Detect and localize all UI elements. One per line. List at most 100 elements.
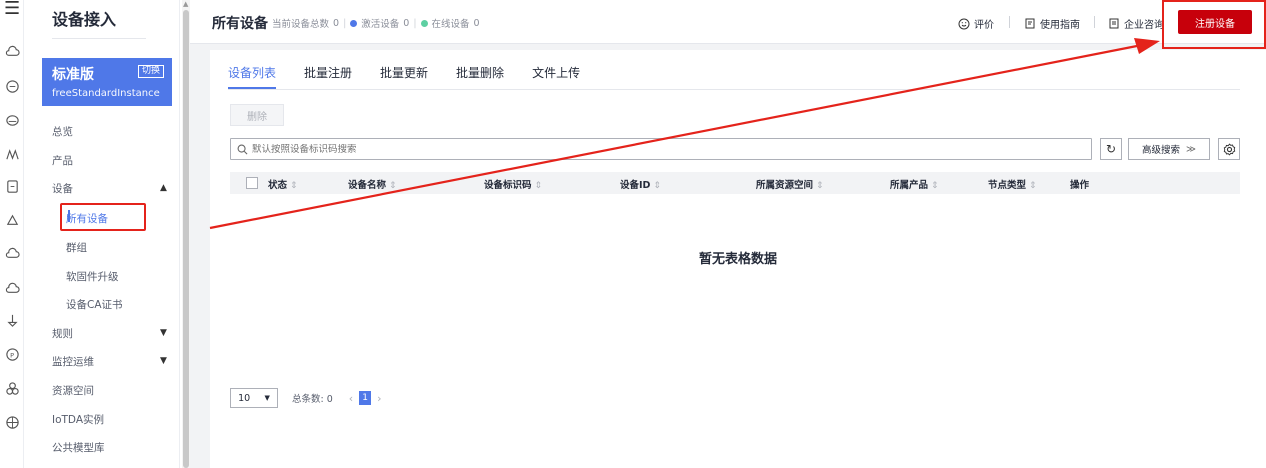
cloud-icon[interactable]	[4, 212, 20, 228]
document-icon[interactable]	[4, 178, 20, 194]
sidebar-item-products[interactable]: 产品	[52, 153, 73, 168]
service-sidebar: 设备接入 标准版 freeStandardInstance 切换 总览 产品 设…	[24, 0, 180, 468]
next-page-icon[interactable]: ›	[377, 392, 381, 405]
guide-link[interactable]: 使用指南	[1025, 16, 1080, 31]
sort-icon[interactable]: ⇕	[389, 181, 397, 191]
online-status-dot	[420, 19, 428, 27]
column-header-product[interactable]: 所属产品 ⇕	[890, 177, 939, 191]
column-header-status[interactable]: 状态 ⇕	[268, 177, 298, 191]
sidebar-item-rules[interactable]: 规则	[52, 326, 73, 341]
divider	[228, 89, 1240, 90]
divider	[52, 38, 146, 39]
page-title: 所有设备	[212, 16, 268, 32]
tab-bar: 设备列表 批量注册 批量更新 批量删除 文件上传	[228, 64, 608, 89]
consult-label: 企业咨询	[1124, 20, 1164, 31]
page-size-value: 10	[238, 392, 251, 404]
tab-device-list[interactable]: 设备列表	[228, 64, 277, 89]
page-number[interactable]: 1	[359, 391, 372, 405]
tab-batch-register[interactable]: 批量注册	[304, 64, 352, 89]
icon-rail: ☰ P	[0, 0, 24, 468]
chevron-down-icon[interactable]: ▼	[160, 328, 167, 338]
tab-batch-update[interactable]: 批量更新	[380, 64, 428, 89]
sidebar-item-monitoring[interactable]: 监控运维	[52, 354, 94, 369]
sidebar-item-groups[interactable]: 群组	[66, 240, 87, 255]
tab-file-upload[interactable]: 文件上传	[532, 64, 580, 89]
settings-button[interactable]	[1218, 138, 1240, 160]
sort-icon[interactable]: ⇕	[653, 181, 661, 191]
annotation-highlight-box	[1162, 0, 1266, 49]
link-icon[interactable]	[4, 380, 20, 396]
sidebar-item-firmware[interactable]: 软固件升级	[66, 269, 119, 284]
column-header-device-id[interactable]: 设备ID ⇕	[620, 177, 661, 191]
cloud-icon[interactable]	[4, 44, 20, 60]
column-label: 节点类型	[988, 180, 1027, 191]
total-devices-value: 0	[333, 17, 340, 29]
delete-button[interactable]: 删除	[230, 104, 284, 126]
chevron-up-icon[interactable]: ▲	[160, 183, 167, 193]
table-header: 状态 ⇕ 设备名称 ⇕ 设备标识码 ⇕ 设备ID ⇕ 所属资源空间 ⇕ 所属产品 ⇕ 节点类…	[230, 172, 1240, 194]
refresh-button[interactable]: ↻	[1100, 138, 1122, 160]
column-label: 设备ID	[620, 180, 651, 191]
page-header: 所有设备 当前设备总数 0 | 激活设备 0 | 在线设备 0 评价 使用指南 …	[190, 0, 1266, 44]
refresh-icon: ↻	[1105, 142, 1117, 156]
sidebar-scrollbar[interactable]: ▲	[182, 0, 190, 468]
chevron-down-icon[interactable]: ▼	[160, 356, 167, 366]
gear-icon	[1223, 142, 1235, 156]
globe-icon[interactable]	[4, 414, 20, 430]
sidebar-item-model-library[interactable]: 公共模型库	[52, 440, 105, 455]
sort-icon[interactable]: ⇕	[1029, 181, 1037, 191]
online-devices-label: 在线设备	[431, 19, 470, 30]
advanced-search-button[interactable]: 高级搜索 ≫	[1128, 138, 1210, 160]
sort-icon[interactable]: ⇕	[535, 181, 543, 191]
sort-icon[interactable]: ⇕	[290, 181, 298, 191]
column-header-node-type[interactable]: 节点类型 ⇕	[988, 177, 1037, 191]
caret-down-icon: ▼	[264, 394, 270, 402]
device-list-card: 设备列表 批量注册 批量更新 批量删除 文件上传 删除 ↻ 高级搜索 ≫ 状态⇕…	[210, 50, 1266, 468]
page-size-select[interactable]: 10 ▼	[230, 388, 278, 408]
device-stats: 当前设备总数 0 | 激活设备 0 | 在线设备 0	[272, 16, 480, 31]
scrollbar-thumb[interactable]	[183, 10, 189, 468]
flask-icon[interactable]	[4, 312, 20, 328]
cloud-icon[interactable]	[4, 246, 20, 262]
circle-p-icon[interactable]: P	[4, 346, 20, 362]
cloud-icon[interactable]	[4, 280, 20, 296]
divider	[1009, 16, 1010, 28]
sidebar-item-resource-space[interactable]: 资源空间	[52, 383, 94, 398]
main-content: 所有设备 当前设备总数 0 | 激活设备 0 | 在线设备 0 评价 使用指南 …	[190, 0, 1266, 468]
select-all-checkbox[interactable]	[246, 177, 258, 189]
search-input[interactable]	[252, 143, 1072, 155]
annotation-highlight-box	[60, 203, 146, 231]
chart-icon[interactable]	[4, 146, 20, 162]
sidebar-item-ca-cert[interactable]: 设备CA证书	[66, 297, 123, 312]
smile-icon	[958, 18, 970, 29]
divider: |	[343, 17, 347, 29]
pagination: 10 ▼ 总条数: 0 ‹ 1 ›	[230, 388, 388, 408]
prev-page-icon[interactable]: ‹	[349, 392, 353, 405]
sidebar-item-overview[interactable]: 总览	[52, 124, 73, 139]
sort-icon[interactable]: ⇕	[816, 181, 824, 191]
search-box[interactable]	[230, 138, 1092, 160]
sidebar-title: 设备接入	[52, 10, 117, 29]
column-header-device-name[interactable]: 设备名称 ⇕	[348, 177, 397, 191]
sidebar-item-devices[interactable]: 设备	[52, 181, 73, 196]
switch-edition-button[interactable]: 切换	[137, 65, 164, 78]
cloud-icon[interactable]	[4, 78, 20, 94]
edition-card: 标准版 freeStandardInstance 切换	[42, 58, 172, 106]
column-header-node-id[interactable]: 设备标识码 ⇕	[484, 177, 542, 191]
menu-icon[interactable]: ☰	[4, 0, 20, 18]
guide-icon	[1025, 18, 1035, 29]
consult-link[interactable]: 企业咨询	[1109, 16, 1164, 31]
empty-table-message: 暂无表格数据	[698, 252, 777, 267]
column-header-resource-space[interactable]: 所属资源空间 ⇕	[756, 177, 824, 191]
divider	[1094, 16, 1095, 28]
rate-link[interactable]: 评价	[958, 16, 994, 31]
scroll-up-icon[interactable]: ▲	[183, 0, 188, 8]
cloud-icon[interactable]	[4, 112, 20, 128]
sort-icon[interactable]: ⇕	[931, 181, 939, 191]
svg-text:P: P	[10, 351, 14, 359]
tab-batch-delete[interactable]: 批量删除	[456, 64, 504, 89]
rate-label: 评价	[974, 20, 994, 31]
column-label: 设备名称	[348, 180, 387, 191]
column-label: 所属资源空间	[756, 180, 814, 191]
sidebar-item-iotda-instance[interactable]: IoTDA实例	[52, 412, 104, 427]
